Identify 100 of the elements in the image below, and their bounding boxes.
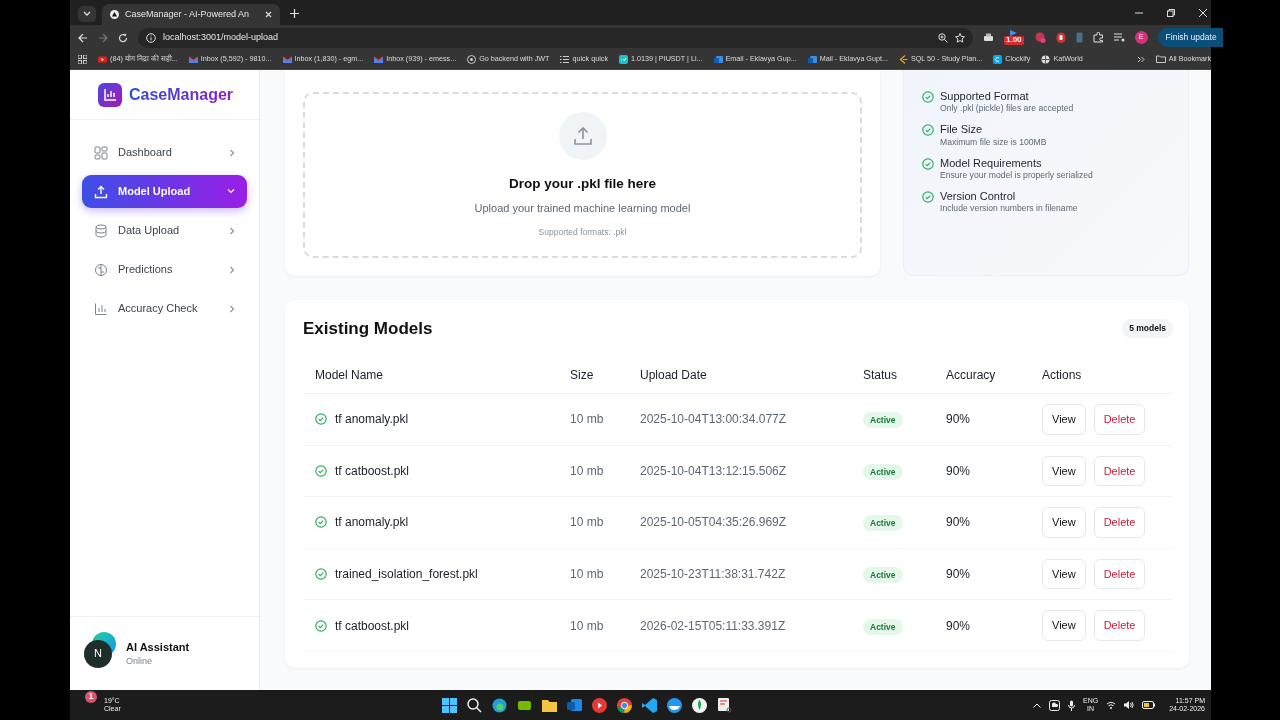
view-button[interactable]: View [1042,404,1086,435]
accuracy-value: 90% [946,567,971,582]
check-circle-icon [922,91,934,103]
puzzle-icon[interactable] [1092,32,1104,43]
requirement-description: Include version numbers in filename [940,203,1078,215]
upload-date: 2025-10-04T13:00:34.077Z [640,412,787,427]
delete-button[interactable]: Delete [1093,507,1146,538]
star-icon[interactable] [955,32,965,43]
folder-icon [1155,55,1166,64]
leaf-icon[interactable] [690,696,708,714]
model-size: 10 mb [570,618,604,633]
extension-icon[interactable] [1033,32,1046,43]
restore-icon[interactable] [1167,8,1175,17]
reload-icon[interactable] [118,32,128,43]
requirement-title: Version Control [940,190,1017,204]
model-name: trained_isolation_forest.pkl [335,566,478,584]
sidebar-item[interactable]: Accuracy Check [82,292,247,325]
code-editor-icon[interactable] [640,696,658,714]
drop-zone[interactable]: Drop your .pkl file here Upload your trained machine learning model Supported formats: .pkl [303,92,862,258]
accuracy-value: 90% [946,463,971,478]
check-circle-icon [922,124,934,137]
model-size: 10 mb [570,515,604,530]
check-circle-icon [315,413,327,426]
section-title: Existing Models [303,318,433,340]
wifi-icon[interactable] [1106,701,1117,709]
requirement-description: Maximum file size is 100MB [940,136,1047,148]
check-circle-icon [922,191,934,204]
status-badge: Active [863,515,903,532]
back-arrow-icon[interactable] [78,32,88,43]
upload-icon [94,184,108,199]
check-circle-icon [315,464,327,477]
hand-icon[interactable] [1055,32,1066,43]
check-circle-icon [315,619,327,632]
view-button[interactable]: View [1042,610,1086,641]
view-button[interactable]: View [1042,507,1086,538]
media-list-icon[interactable] [1113,33,1125,42]
battery-icon[interactable] [1142,701,1156,709]
sidebar-item[interactable]: Model Upload [82,175,247,208]
sidebar-item[interactable]: Predictions [82,253,247,286]
delete-button[interactable]: Delete [1093,404,1146,435]
view-button[interactable]: View [1042,455,1086,487]
play-icon[interactable] [590,696,608,714]
chevrons-icon[interactable] [1136,56,1145,63]
column-header: Actions [1030,357,1173,394]
assistant-status: Online [126,655,153,668]
status-badge: Active [863,618,903,635]
requirement-title: Model Requirements [940,156,1043,170]
model-count: 5 models [1122,319,1173,339]
windows-logo-icon[interactable] [440,696,458,714]
new-tab-icon[interactable] [290,9,299,18]
cloud-icon[interactable] [1049,699,1060,711]
supported-formats: Supported formats: .pkl [538,225,627,239]
microphone-icon[interactable] [1068,699,1075,711]
finish-update-button[interactable]: Finish update [1157,28,1223,47]
column-header: Model Name [303,357,558,394]
upload-date: 2025-10-04T13:12:15.506Z [640,463,787,478]
column-header: Size [558,357,628,394]
sidebar-item[interactable]: Dashboard [82,136,247,169]
check-circle-icon [315,568,327,581]
delete-button[interactable]: Delete [1093,455,1146,487]
forward-arrow-icon[interactable] [98,32,108,43]
apps-grid-icon[interactable] [78,55,87,64]
chevron-up-icon[interactable] [1033,702,1041,708]
view-button[interactable]: View [1042,558,1086,590]
model-name: tf catboost.pkl [335,617,410,635]
sidebar-item[interactable]: Data Upload [82,214,247,247]
accuracy-value: 90% [946,412,971,427]
chevron-down-icon [227,189,235,194]
address-bar[interactable]: localhost:3001/model-upload [138,27,973,48]
model-size: 10 mb [570,412,604,427]
zoom-icon[interactable] [938,32,948,43]
grid-icon [94,145,108,160]
envelope-icon [374,55,384,64]
model-name: tf catboost.pkl [335,462,410,480]
mail-logo-icon[interactable] [565,696,583,714]
printer-icon[interactable] [983,32,994,43]
triangle-icon [110,10,119,19]
upload-date: 2025-10-23T11:38:31.742Z [640,567,786,582]
column-header: Upload Date [628,357,851,394]
browser-logo-icon[interactable] [615,696,633,714]
upload-date: 2026-02-15T05:11:33.391Z [640,618,786,633]
speaker-icon[interactable] [1124,701,1135,709]
status-badge: Active [863,567,903,584]
dropdown-icon[interactable] [83,11,91,17]
globe-icon [1041,55,1051,64]
check-circle-icon [315,516,327,529]
scissors-icon[interactable] [715,696,733,714]
close-icon[interactable] [1199,8,1207,17]
list-icon [560,55,570,64]
delete-button[interactable]: Delete [1093,610,1146,641]
avatar: N [84,639,112,668]
envelope-icon [282,55,292,64]
model-size: 10 mb [570,463,604,478]
search-icon[interactable] [465,696,483,714]
browser-tab[interactable]: CaseManager - AI-Powered An [102,4,280,25]
status-badge: Active [863,463,903,480]
extension-badge[interactable]: 1.00 [1004,36,1024,45]
requirement-description: Ensure your model is properly serialized [940,169,1093,182]
close-icon[interactable] [265,11,272,18]
delete-button[interactable]: Delete [1093,558,1146,590]
